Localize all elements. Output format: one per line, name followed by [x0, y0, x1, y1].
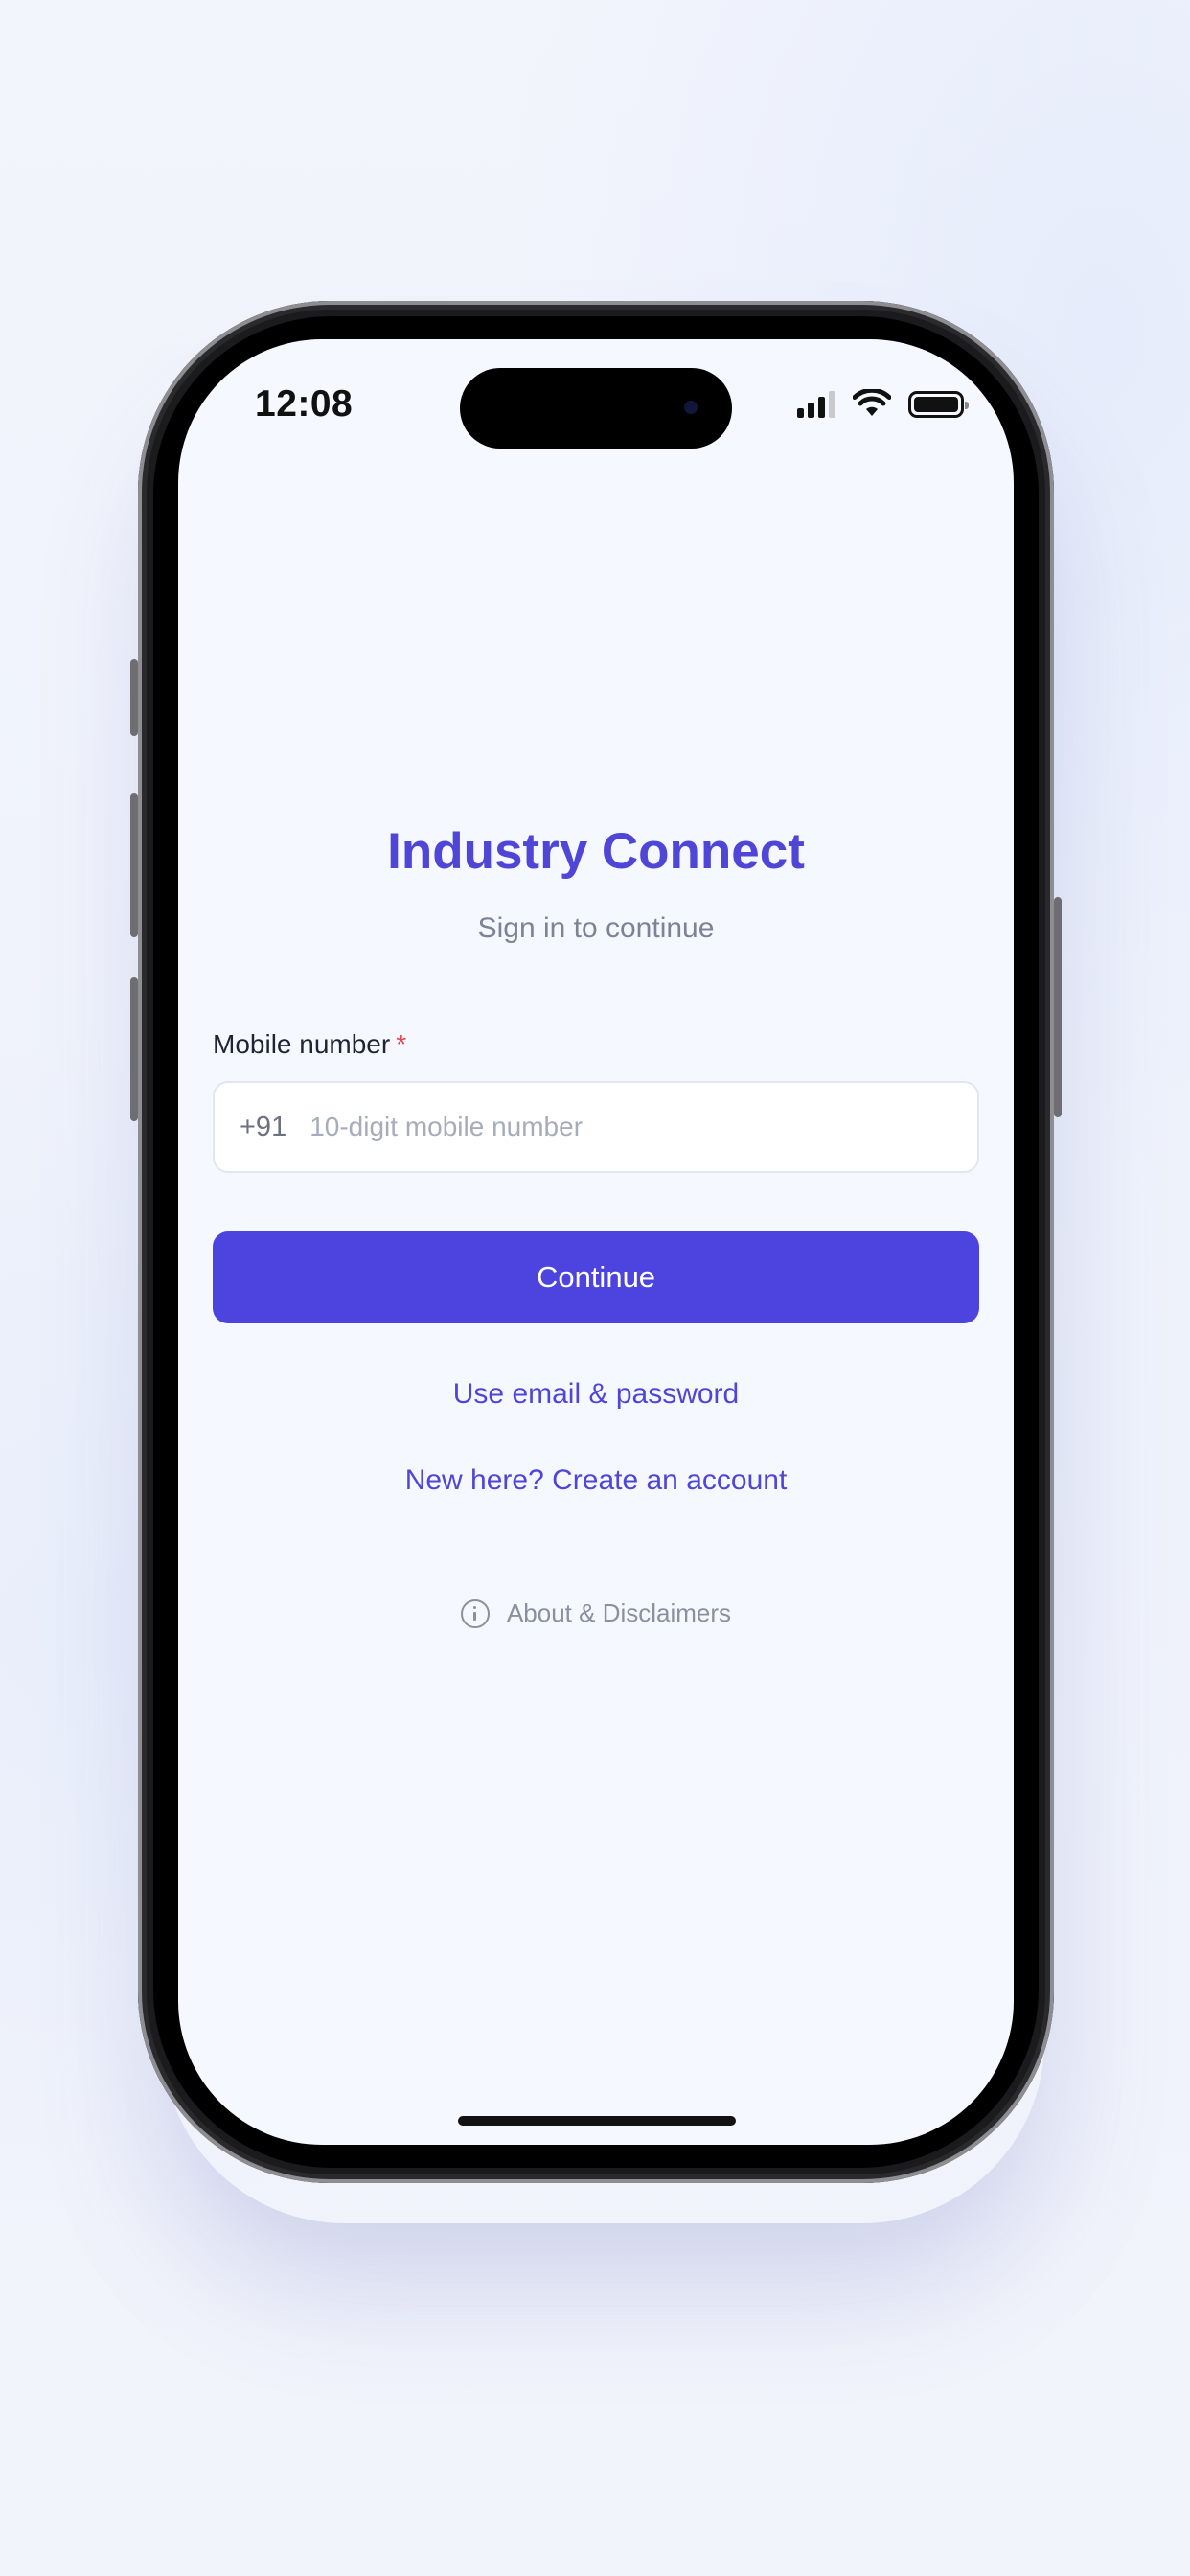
phone-screen: 12:08 Industry Connect Sign in to contin…	[178, 339, 1014, 2145]
country-code-prefix: +91	[240, 1111, 287, 1142]
dynamic-island	[460, 368, 732, 448]
email-login-link-row: Use email & password	[178, 1378, 1014, 1411]
volume-up-button	[130, 794, 138, 937]
continue-button[interactable]: Continue	[213, 1231, 979, 1323]
signup-link-row: New here? Create an account	[178, 1464, 1014, 1497]
mobile-number-input[interactable]	[308, 1111, 849, 1143]
wifi-icon	[853, 389, 891, 416]
info-circle-icon	[460, 1598, 490, 1628]
power-button	[1054, 897, 1062, 1117]
mobile-number-field[interactable]: +91	[213, 1081, 979, 1173]
create-account-link[interactable]: New here? Create an account	[405, 1464, 788, 1496]
battery-icon	[908, 391, 969, 418]
volume-down-button	[130, 978, 138, 1121]
sign-in-subtitle: Sign in to continue	[477, 912, 715, 944]
status-icons	[797, 389, 969, 418]
required-indicator: *	[396, 1029, 407, 1059]
app-title: Industry Connect	[387, 823, 805, 880]
mobile-number-label-text: Mobile number	[213, 1029, 391, 1059]
status-time: 12:08	[255, 383, 354, 425]
mobile-number-label: Mobile number *	[213, 1029, 406, 1060]
cellular-signal-icon	[797, 391, 835, 418]
use-email-password-link[interactable]: Use email & password	[453, 1378, 739, 1410]
action-button	[130, 659, 138, 736]
camera-lens-icon	[684, 401, 698, 414]
about-disclaimers-link[interactable]: About & Disclaimers	[178, 1598, 1014, 1628]
about-disclaimers-label: About & Disclaimers	[506, 1598, 732, 1627]
home-indicator[interactable]	[458, 2116, 736, 2126]
